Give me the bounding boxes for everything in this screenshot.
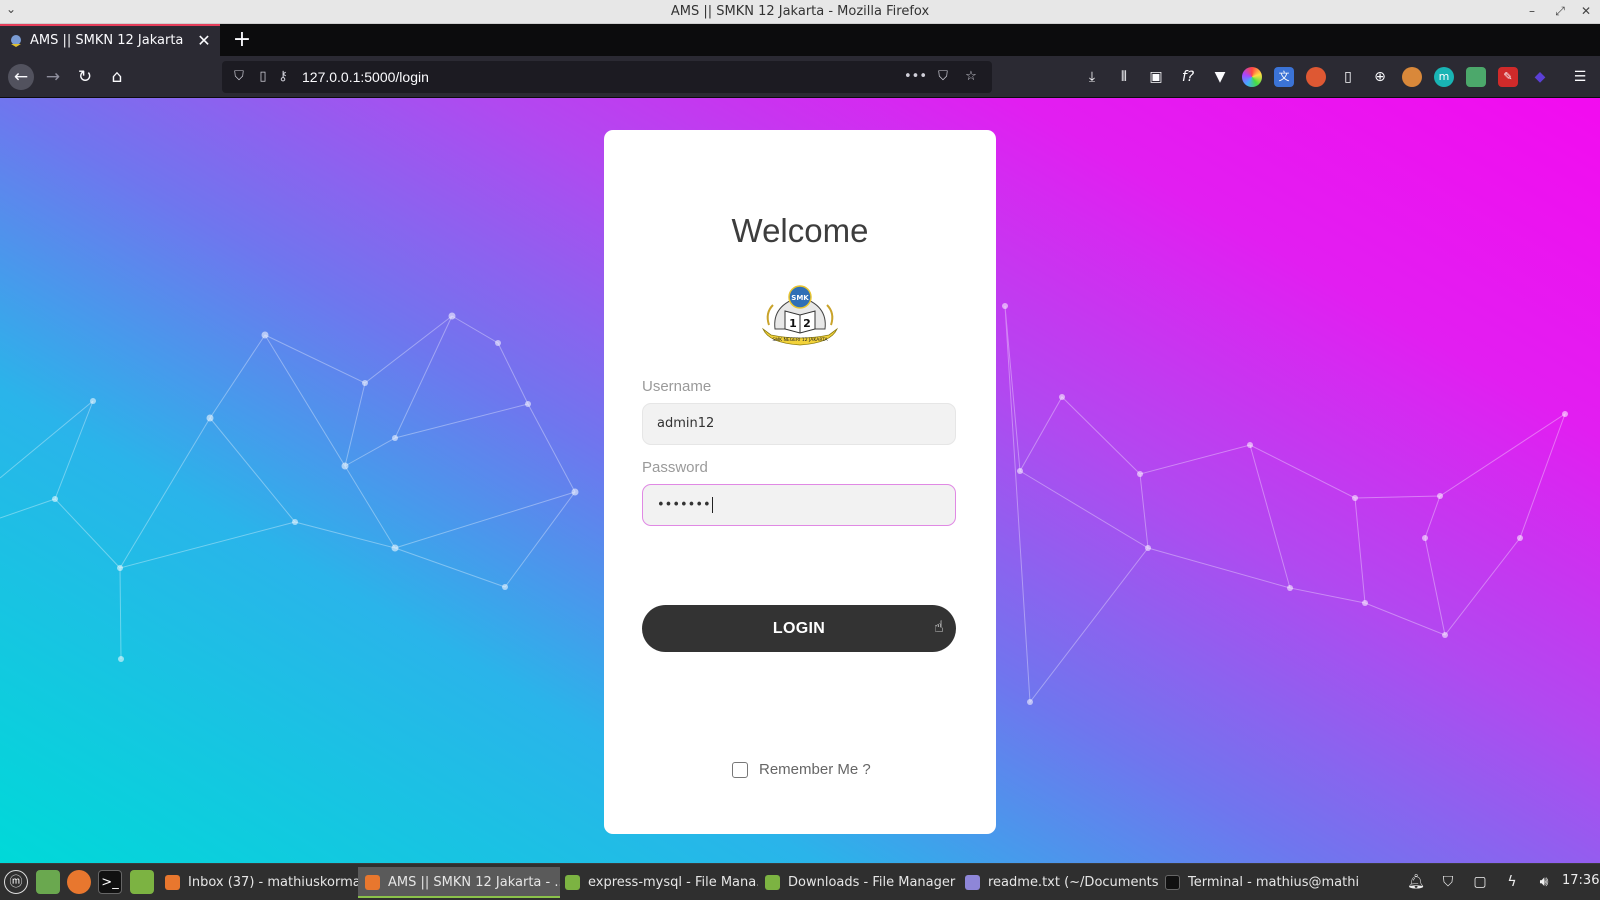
translate-icon[interactable]: 文: [1274, 67, 1294, 87]
terminal-launcher-icon[interactable]: >_: [98, 870, 122, 894]
color-picker-icon[interactable]: [1242, 67, 1262, 87]
firefox-launcher-icon[interactable]: [67, 870, 91, 894]
bookmark-star-icon[interactable]: ☆: [962, 68, 980, 86]
tab-strip: AMS || SMKN 12 Jakarta ✕ +: [0, 24, 1600, 56]
text-caret: [711, 497, 713, 513]
library-icon[interactable]: ⫴: [1114, 67, 1134, 87]
forward-arrow-icon[interactable]: →: [42, 66, 64, 88]
taskbar-item-readme[interactable]: readme.txt (~/Documents...: [958, 867, 1158, 898]
taskbar: ⓜ >_ Inbox (37) - mathiuskorma... AMS ||…: [0, 863, 1600, 900]
download-icon[interactable]: ⤓: [1082, 67, 1102, 87]
m-extension-icon[interactable]: m: [1434, 67, 1454, 87]
remember-me-label[interactable]: Remember Me ?: [759, 761, 871, 778]
key-icon[interactable]: ⚷: [274, 68, 292, 86]
taskbar-item-ams[interactable]: AMS || SMKN 12 Jakarta - ...: [358, 867, 560, 898]
taskbar-item-terminal[interactable]: Terminal - mathius@mathi...: [1158, 867, 1358, 898]
svg-text:SMK NEGERI 12 JAKARTA: SMK NEGERI 12 JAKARTA: [772, 337, 828, 343]
firefox-icon: [165, 875, 180, 890]
files-launcher-icon[interactable]: [130, 870, 154, 894]
tab-close-icon[interactable]: ✕: [196, 31, 212, 50]
welcome-heading: Welcome: [731, 212, 869, 249]
text-editor-icon: [965, 875, 980, 890]
vue-devtools-icon[interactable]: ▼: [1210, 67, 1230, 87]
reload-icon[interactable]: ↻: [74, 66, 96, 88]
login-card: Welcome SMK NEGERI 12 JAKARTA SMK 1 2 Us…: [604, 130, 996, 834]
svg-text:1: 1: [789, 317, 797, 330]
password-value: •••••••: [657, 497, 711, 513]
window-titlebar: ⌄ AMS || SMKN 12 Jakarta - Mozilla Firef…: [0, 0, 1600, 24]
navigation-toolbar: ← → ↻ ⌂ ⛉ ▯ ⚷ 127.0.0.1:5000/login ••• ⛉…: [0, 56, 1600, 98]
minimize-button[interactable]: –: [1524, 3, 1540, 19]
remember-me-checkbox[interactable]: [732, 762, 748, 778]
globe-icon[interactable]: ⊕: [1370, 67, 1390, 87]
restore-button[interactable]: ⤢: [1552, 3, 1568, 19]
pen-icon[interactable]: ✎: [1498, 67, 1518, 87]
device-icon[interactable]: ▯: [1338, 67, 1358, 87]
clock[interactable]: 17:36: [1562, 873, 1599, 888]
site-favicon-icon: [11, 35, 21, 47]
url-text[interactable]: 127.0.0.1:5000/login: [302, 69, 429, 85]
page-content: Welcome SMK NEGERI 12 JAKARTA SMK 1 2 Us…: [0, 98, 1600, 863]
window-title: AMS || SMKN 12 Jakarta - Mozilla Firefox: [670, 4, 930, 19]
screenshot-icon[interactable]: [1466, 67, 1486, 87]
hand-cursor-icon: ☝: [934, 617, 944, 636]
folder-icon: [765, 875, 780, 890]
start-menu-icon[interactable]: ⓜ: [4, 870, 28, 894]
diamond-icon[interactable]: ◆: [1530, 67, 1550, 87]
power-tray-icon[interactable]: ϟ: [1502, 872, 1522, 892]
taskbar-item-express-mysql[interactable]: express-mysql - File Mana...: [558, 867, 758, 898]
duckduckgo-icon[interactable]: [1306, 67, 1326, 87]
terminal-icon: [1165, 875, 1180, 890]
url-bar[interactable]: ⛉ ▯ ⚷ 127.0.0.1:5000/login ••• ⛉ ☆: [222, 61, 992, 93]
fx-icon[interactable]: f?: [1178, 67, 1198, 87]
taskbar-item-inbox[interactable]: Inbox (37) - mathiuskorma...: [158, 867, 358, 898]
tab-title: AMS || SMKN 12 Jakarta: [30, 33, 184, 48]
pocket-icon[interactable]: ⛉: [934, 68, 952, 86]
cookie-icon[interactable]: [1402, 67, 1422, 87]
notification-bell-icon[interactable]: 🔔︎: [1406, 872, 1426, 892]
svg-text:SMK: SMK: [791, 294, 809, 302]
show-desktop-icon[interactable]: [36, 870, 60, 894]
back-arrow-icon[interactable]: ←: [8, 64, 34, 90]
tracking-shield-icon[interactable]: ⛉: [230, 68, 248, 86]
volume-icon[interactable]: 🔊︎: [1534, 872, 1554, 892]
username-value: admin12: [657, 416, 715, 431]
school-logo-icon: SMK NEGERI 12 JAKARTA SMK 1 2: [762, 285, 838, 346]
login-button[interactable]: LOGIN: [642, 605, 956, 652]
folder-icon: [565, 875, 580, 890]
close-window-button[interactable]: ✕: [1578, 3, 1594, 19]
hamburger-menu-icon[interactable]: ☰: [1570, 67, 1590, 87]
sidebar-icon[interactable]: ▣: [1146, 67, 1166, 87]
username-input[interactable]: admin12: [642, 403, 956, 445]
password-label: Password: [642, 459, 708, 476]
svg-text:2: 2: [803, 317, 811, 330]
firefox-icon: [365, 875, 380, 890]
page-actions-icon[interactable]: •••: [904, 68, 927, 86]
shield-tray-icon[interactable]: ⛉: [1438, 872, 1458, 892]
page-info-icon[interactable]: ▯: [254, 68, 272, 86]
home-icon[interactable]: ⌂: [106, 66, 128, 88]
new-tab-plus-icon[interactable]: +: [232, 27, 252, 52]
browser-tab[interactable]: AMS || SMKN 12 Jakarta ✕: [0, 24, 220, 56]
password-input[interactable]: •••••••: [642, 484, 956, 526]
username-label: Username: [642, 378, 712, 395]
window-tray-icon[interactable]: ▢: [1470, 872, 1490, 892]
taskbar-item-downloads[interactable]: Downloads - File Manager: [758, 867, 958, 898]
